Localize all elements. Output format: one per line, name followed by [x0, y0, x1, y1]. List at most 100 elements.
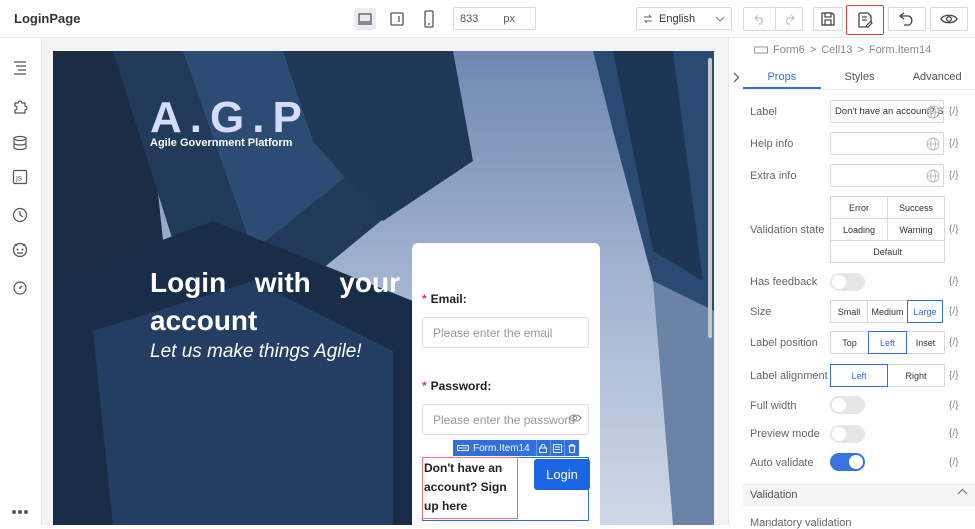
login-button[interactable]: Login — [534, 459, 590, 490]
tablet-view-button[interactable] — [386, 8, 408, 30]
js-icon: JS — [12, 169, 28, 185]
components-button[interactable] — [11, 97, 29, 115]
size-option-small[interactable]: Small — [830, 300, 868, 323]
publish-button[interactable] — [846, 5, 884, 35]
logo-text: A.G.P — [150, 93, 310, 142]
outline-tree-button[interactable] — [11, 58, 29, 76]
preview-button[interactable] — [930, 7, 968, 31]
validation-section-title: Validation — [750, 489, 798, 501]
tab-styles[interactable]: Styles — [821, 66, 899, 89]
delete-component-button[interactable] — [565, 440, 579, 456]
label-position-option-left[interactable]: Left — [868, 331, 907, 354]
redo-icon — [786, 14, 795, 25]
form-item-icon — [754, 46, 768, 54]
chevron-down-icon — [715, 16, 725, 22]
copy-component-button[interactable] — [551, 440, 565, 456]
logo-subtitle: Agile Government Platform — [150, 137, 293, 149]
gauge-icon — [13, 281, 27, 295]
email-label: * Email: — [422, 292, 467, 306]
undo-button[interactable] — [743, 7, 776, 31]
login-tagline: Let us make things Agile! — [150, 341, 362, 362]
lock-component-button[interactable] — [537, 440, 551, 456]
help-info-input[interactable] — [830, 132, 944, 155]
auto-validate-toggle[interactable] — [830, 453, 865, 471]
size-option-medium[interactable]: Medium — [867, 300, 908, 323]
variable-binding-icon[interactable]: {/} — [949, 306, 958, 317]
validation-option-error[interactable]: Error — [830, 196, 888, 219]
label-alignment-option-right[interactable]: Right — [887, 364, 945, 387]
variable-binding-icon[interactable]: {/} — [949, 428, 958, 439]
breadcrumb: Form6 > Cell13 > Form.Item14 — [754, 44, 931, 56]
language-value: English — [659, 12, 696, 25]
variable-binding-icon[interactable]: {/} — [949, 370, 958, 381]
breadcrumb-separator: > — [857, 44, 864, 56]
more-button[interactable] — [11, 503, 29, 521]
login-page-preview: A.G.P Agile Government Platform Login wi… — [53, 51, 714, 525]
variable-binding-icon[interactable]: {/} — [949, 400, 958, 411]
auto-validate-prop-name: Auto validate — [750, 457, 814, 469]
debug-button[interactable] — [11, 279, 29, 297]
canvas-width-unit: px — [503, 12, 515, 25]
save-button[interactable] — [813, 7, 843, 31]
preview-mode-toggle[interactable] — [830, 425, 865, 443]
variable-binding-icon[interactable]: {/} — [949, 337, 958, 348]
validation-option-warning[interactable]: Warning — [887, 218, 945, 241]
validation-option-default[interactable]: Default — [830, 240, 945, 263]
variable-binding-icon[interactable]: {/} — [949, 106, 958, 117]
label-alignment-segmented: Left Right — [830, 364, 945, 387]
properties-panel: Form6 > Cell13 > Form.Item14 Props Style… — [728, 38, 975, 529]
extra-info-input[interactable] — [830, 164, 944, 187]
variable-binding-icon[interactable]: {/} — [949, 276, 958, 287]
lock-icon — [539, 443, 548, 453]
size-option-large[interactable]: Large — [907, 300, 943, 323]
datasource-button[interactable] — [11, 134, 29, 152]
required-asterisk: * — [422, 379, 427, 393]
globe-icon[interactable] — [926, 137, 940, 151]
signup-link[interactable]: Don't have an account? Sign up here — [422, 457, 518, 519]
password-label: * Password: — [422, 379, 492, 393]
redo-button[interactable] — [775, 7, 803, 31]
full-width-toggle[interactable] — [830, 396, 865, 414]
breadcrumb-item[interactable]: Form6 — [773, 44, 805, 56]
label-position-option-top[interactable]: Top — [830, 331, 869, 354]
variable-binding-icon[interactable]: {/} — [949, 138, 958, 149]
has-feedback-toggle[interactable] — [830, 273, 865, 291]
globe-icon[interactable] — [926, 105, 940, 119]
history-button[interactable] — [11, 206, 29, 224]
password-field[interactable]: Please enter the password — [422, 404, 589, 435]
size-segmented: Small Medium Large — [830, 300, 943, 323]
rollback-button[interactable] — [888, 7, 926, 31]
lifecycle-button[interactable] — [11, 240, 29, 258]
desktop-view-button[interactable] — [354, 8, 376, 30]
label-input[interactable]: Don't have an account? Sign up here — [830, 100, 944, 123]
size-prop-name: Size — [750, 306, 772, 318]
canvas-scrollbar[interactable] — [708, 58, 712, 338]
label-position-option-inset[interactable]: Inset — [906, 331, 945, 354]
variable-binding-icon[interactable]: {/} — [949, 224, 958, 235]
label-alignment-option-left[interactable]: Left — [830, 364, 888, 387]
breadcrumb-item[interactable]: Form.Item14 — [869, 44, 931, 56]
language-select[interactable]: English — [636, 7, 732, 30]
validation-option-loading[interactable]: Loading — [830, 218, 888, 241]
canvas-width-input[interactable]: 833 px — [453, 7, 536, 30]
javascript-button[interactable]: JS — [11, 168, 29, 186]
breadcrumb-item[interactable]: Cell13 — [821, 44, 852, 56]
email-field[interactable]: Please enter the email — [422, 317, 589, 348]
top-toolbar: LoginPage 833 px English — [0, 0, 975, 38]
show-password-icon[interactable] — [568, 413, 582, 423]
variable-binding-icon[interactable]: {/} — [949, 457, 958, 468]
login-headline: Login with your account — [150, 267, 400, 336]
mobile-view-button[interactable] — [418, 8, 440, 30]
tab-props[interactable]: Props — [743, 66, 821, 89]
collapse-panel-button[interactable] — [729, 66, 743, 88]
globe-icon[interactable] — [926, 169, 940, 183]
variable-binding-icon[interactable]: {/} — [949, 170, 958, 181]
chevron-up-icon — [957, 488, 968, 495]
selected-component-name[interactable]: Form.Item14 — [453, 440, 537, 456]
validation-option-success[interactable]: Success — [887, 196, 945, 219]
label-alignment-prop-name: Label alignment — [750, 370, 828, 382]
mobile-icon — [424, 10, 434, 28]
validation-section-header[interactable]: Validation — [743, 484, 975, 506]
tab-advanced[interactable]: Advanced — [898, 66, 975, 89]
desktop-icon — [358, 13, 372, 25]
